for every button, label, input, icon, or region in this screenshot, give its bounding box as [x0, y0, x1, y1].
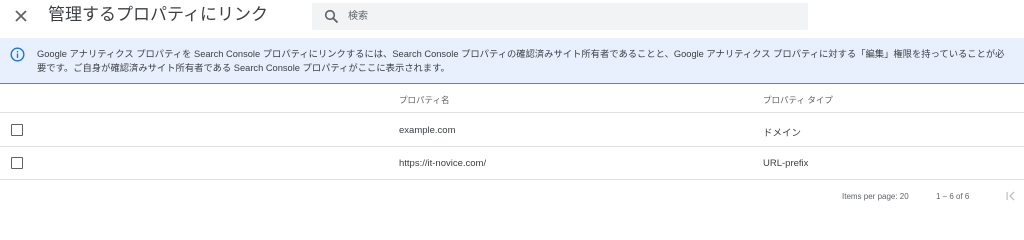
- info-icon: [10, 47, 25, 62]
- items-per-page-label: Items per page: 20: [842, 192, 909, 201]
- table-row: example.com ドメイン: [0, 114, 1024, 147]
- search-input[interactable]: [348, 3, 798, 30]
- table-row: https://it-novice.com/ URL-prefix: [0, 147, 1024, 180]
- paginator: Items per page: 20 1 – 6 of 6: [0, 180, 1024, 212]
- search-icon: [324, 9, 339, 24]
- page-range-label: 1 – 6 of 6: [936, 192, 970, 201]
- property-name-cell: https://it-novice.com/: [399, 158, 487, 169]
- close-icon: [15, 10, 27, 22]
- first-page-icon[interactable]: [1005, 190, 1017, 202]
- property-type-cell: URL-prefix: [763, 158, 809, 169]
- row-checkbox[interactable]: [11, 157, 23, 169]
- property-type-cell: ドメイン: [763, 128, 802, 139]
- column-header-property-type: プロパティ タイプ: [763, 95, 833, 105]
- close-button[interactable]: [12, 7, 30, 25]
- table-header: プロパティ名 プロパティ タイプ: [0, 85, 1024, 113]
- property-name-cell: example.com: [399, 125, 456, 136]
- dialog-header: 管理するプロパティにリンク: [0, 0, 1024, 34]
- page-title: 管理するプロパティにリンク: [48, 5, 268, 24]
- search-box[interactable]: [312, 3, 808, 30]
- column-header-property-name: プロパティ名: [399, 95, 450, 105]
- row-checkbox[interactable]: [11, 124, 23, 136]
- banner-message: Google アナリティクス プロパティを Search Console プロパ…: [37, 49, 1005, 73]
- info-banner: Google アナリティクス プロパティを Search Console プロパ…: [0, 38, 1024, 84]
